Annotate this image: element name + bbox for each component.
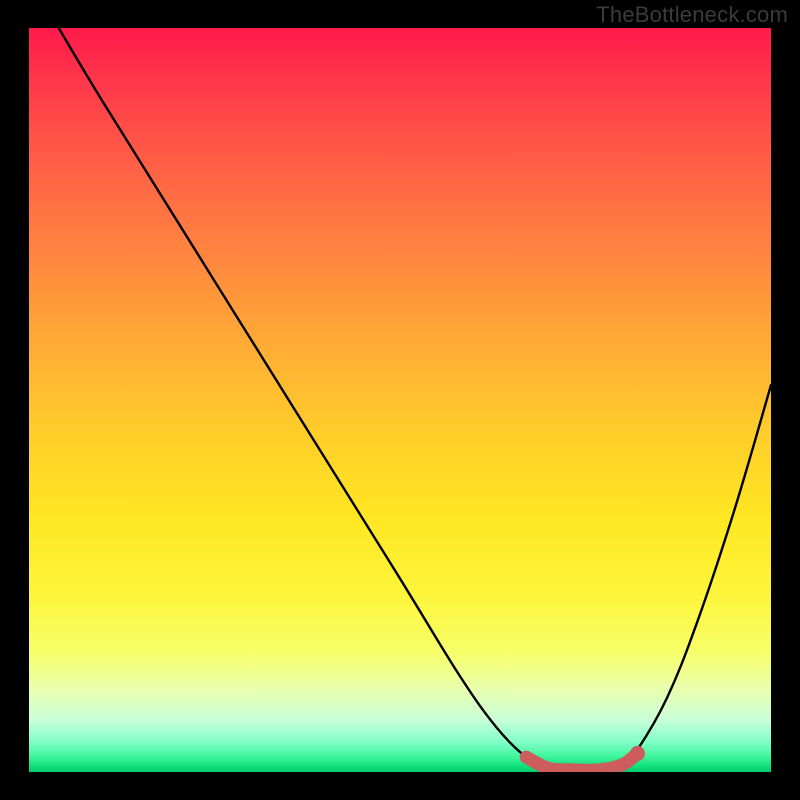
optimum-marker [526,753,637,770]
watermark-text: TheBottleneck.com [596,2,788,28]
chart-container: TheBottleneck.com [0,0,800,800]
marker-svg [29,28,771,772]
plot-area [29,28,771,772]
optimum-marker-end [630,746,645,761]
